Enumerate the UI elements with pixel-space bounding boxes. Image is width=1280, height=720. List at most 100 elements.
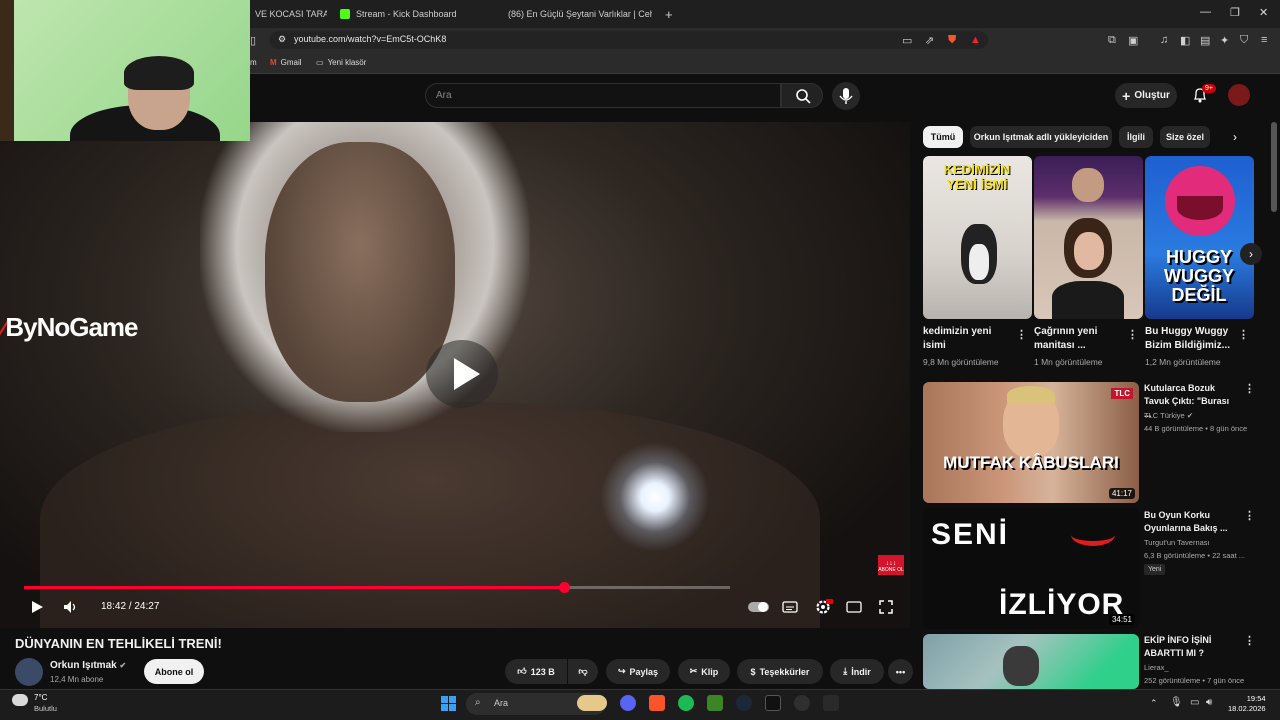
progress-bar[interactable] — [24, 582, 730, 593]
bookmark-gmail[interactable]: M Gmail — [270, 58, 302, 67]
extension-icon[interactable]: ▣ — [1128, 34, 1138, 47]
voice-search-button[interactable] — [832, 82, 860, 110]
thanks-button[interactable]: $ Teşekkürler — [737, 659, 823, 684]
channel-name[interactable]: TLC Türkiye ✔ — [1144, 411, 1193, 420]
wallet-icon[interactable]: ▤ — [1200, 34, 1210, 47]
new-tab-button[interactable]: + — [665, 4, 673, 24]
clip-button[interactable]: ✂ Klip — [678, 659, 730, 684]
more-actions-button[interactable]: ••• — [888, 659, 913, 684]
more-vert-icon[interactable]: ⋮ — [1238, 328, 1249, 341]
short-thumbnail[interactable]: KEDİMİZİN YENİ İSMİ — [923, 156, 1032, 319]
url-field[interactable]: ⚙ youtube.com/watch?v=EmC5t-OChK8 — [270, 31, 988, 49]
more-vert-icon[interactable]: ⋮ — [1127, 328, 1138, 341]
ai-icon[interactable]: ✦ — [1220, 34, 1229, 47]
channel-name[interactable]: Orkun Işıtmak ✔ — [50, 660, 126, 671]
fullscreen-icon[interactable] — [879, 600, 893, 614]
bookmark-icon[interactable]: ▯ — [250, 34, 256, 47]
volume-icon[interactable] — [63, 600, 79, 614]
dislike-button[interactable]: 👎︎ — [568, 659, 598, 684]
short-title[interactable]: Çağrının yeni manitası ... — [1034, 325, 1126, 353]
sidebar-icon[interactable]: ◧ — [1180, 34, 1190, 47]
subtitles-icon[interactable] — [782, 600, 798, 614]
minimize-icon[interactable]: — — [1200, 6, 1211, 18]
menu-icon[interactable]: ≡ — [1261, 34, 1267, 46]
chip-for-you[interactable]: Size özel — [1160, 126, 1210, 148]
channel-name[interactable]: Turgut'un Tavernası — [1144, 538, 1210, 547]
video-thumbnail[interactable] — [923, 634, 1139, 689]
brave-shield-icon[interactable]: ⛊ — [948, 34, 956, 47]
channel-name[interactable]: Lierax_ — [1144, 663, 1169, 672]
video-title-link[interactable]: EKİP İNFO İŞİNİ ABARTTI MI ? — [1144, 634, 1238, 660]
video-meta: 252 görüntüleme • 7 gün önce — [1144, 676, 1245, 685]
cast-icon[interactable]: ▭ — [902, 34, 912, 47]
chip-all[interactable]: Tümü — [923, 126, 963, 148]
vpn-icon[interactable]: ⛉ — [1240, 34, 1248, 47]
app-icon[interactable] — [823, 695, 839, 711]
download-button[interactable]: ⤓ İndir — [830, 659, 884, 684]
search-button[interactable] — [781, 83, 823, 108]
browser-tab[interactable]: Stream - Kick Dashboard — [340, 4, 490, 24]
microphone-icon[interactable]: 🎙︎ — [1170, 697, 1183, 708]
music-icon[interactable]: ♫ — [1160, 34, 1168, 46]
short-title[interactable]: kedimizin yeni isimi — [923, 325, 1015, 353]
theater-mode-icon[interactable] — [846, 600, 862, 614]
tab-title: VE KOCASI TARAF — [255, 9, 327, 19]
short-title[interactable]: Bu Huggy Wuggy Bizim Bildiğimiz... — [1145, 325, 1237, 353]
search-input[interactable]: Ara — [425, 83, 781, 108]
spotify-icon[interactable] — [678, 695, 694, 711]
monitor-icon[interactable]: ▭ — [1190, 697, 1199, 708]
short-thumbnail[interactable] — [1034, 156, 1143, 319]
subscribe-button[interactable]: Abone ol — [144, 659, 204, 684]
speaker-icon[interactable]: 🔊︎ — [1206, 697, 1212, 708]
browser-tab-active[interactable]: (86) En Güçlü Şeytani Varlıklar | Ceh — [502, 4, 652, 24]
verified-icon: ✔ — [1186, 411, 1194, 420]
scrollbar[interactable] — [1271, 122, 1277, 212]
channel-avatar[interactable] — [15, 658, 43, 686]
plus-icon: + — [1122, 87, 1131, 104]
play-icon[interactable] — [30, 600, 44, 614]
share-icon[interactable]: ⇗ — [925, 34, 934, 47]
account-avatar[interactable] — [1228, 84, 1250, 106]
create-button[interactable]: + Oluştur — [1115, 83, 1177, 108]
chevron-right-icon[interactable]: › — [1233, 130, 1237, 144]
site-info-icon[interactable]: ⚙ — [278, 34, 286, 45]
share-button[interactable]: ↪ Paylaş — [606, 659, 670, 684]
thumbs-down-icon: 👎︎ — [578, 666, 588, 676]
chip-related[interactable]: İlgili — [1119, 126, 1153, 148]
windows-start-icon[interactable] — [441, 696, 456, 711]
more-vert-icon[interactable]: ⋮ — [1244, 634, 1255, 647]
bookmark-folder[interactable]: ▭ Yeni klasör — [316, 58, 366, 67]
search-highlight-icon[interactable] — [577, 695, 607, 711]
autoplay-toggle[interactable] — [748, 601, 770, 613]
maximize-icon[interactable]: ❐ — [1230, 6, 1240, 19]
chevron-up-icon[interactable]: ⌃ — [1150, 698, 1158, 709]
more-vert-icon[interactable]: ⋮ — [1016, 328, 1027, 341]
brave-rewards-icon[interactable]: ▲ — [970, 34, 981, 46]
browser-tab[interactable]: VE KOCASI TARAF — [255, 4, 327, 24]
video-player[interactable]: ⁄ByNoGame — [0, 122, 910, 628]
brave-icon[interactable] — [649, 695, 665, 711]
video-thumbnail[interactable]: SENİ İZLİYOR 34:51 — [923, 508, 1139, 629]
video-thumbnail[interactable]: MUTFAK KÂBUSLARI TLC 41:17 — [923, 382, 1139, 503]
taskbar — [0, 689, 1280, 720]
capcut-icon[interactable] — [765, 695, 781, 711]
shorts-next-button[interactable]: › — [1240, 243, 1262, 265]
video-title-link[interactable]: Bu Oyun Korku Oyunlarına Bakış ... — [1144, 509, 1238, 535]
more-vert-icon[interactable]: ⋮ — [1244, 382, 1255, 395]
obs-icon[interactable] — [794, 695, 810, 711]
big-play-button[interactable] — [426, 340, 498, 408]
like-button[interactable]: 👍︎ 123 B — [505, 659, 567, 684]
short-thumbnail[interactable]: HUGGY WUGGY DEĞİL — [1145, 156, 1254, 319]
progress-scrubber[interactable] — [559, 582, 571, 593]
clock[interactable]: 19:54 18.02.2026 — [1228, 694, 1266, 714]
discord-icon[interactable] — [620, 695, 636, 711]
bookmark-item[interactable]: m — [250, 58, 257, 67]
close-icon[interactable]: ✕ — [1259, 6, 1268, 19]
more-vert-icon[interactable]: ⋮ — [1244, 509, 1255, 522]
minecraft-icon[interactable] — [707, 695, 723, 711]
settings-icon[interactable] — [815, 599, 833, 615]
subscribe-watermark[interactable]: ↓↓↓ ABONE OL — [878, 555, 904, 575]
steam-icon[interactable] — [736, 695, 752, 711]
extension-icon[interactable]: ⧉ — [1108, 34, 1116, 47]
chip-from-uploader[interactable]: Orkun Işıtmak adlı yükleyiciden — [970, 126, 1112, 148]
